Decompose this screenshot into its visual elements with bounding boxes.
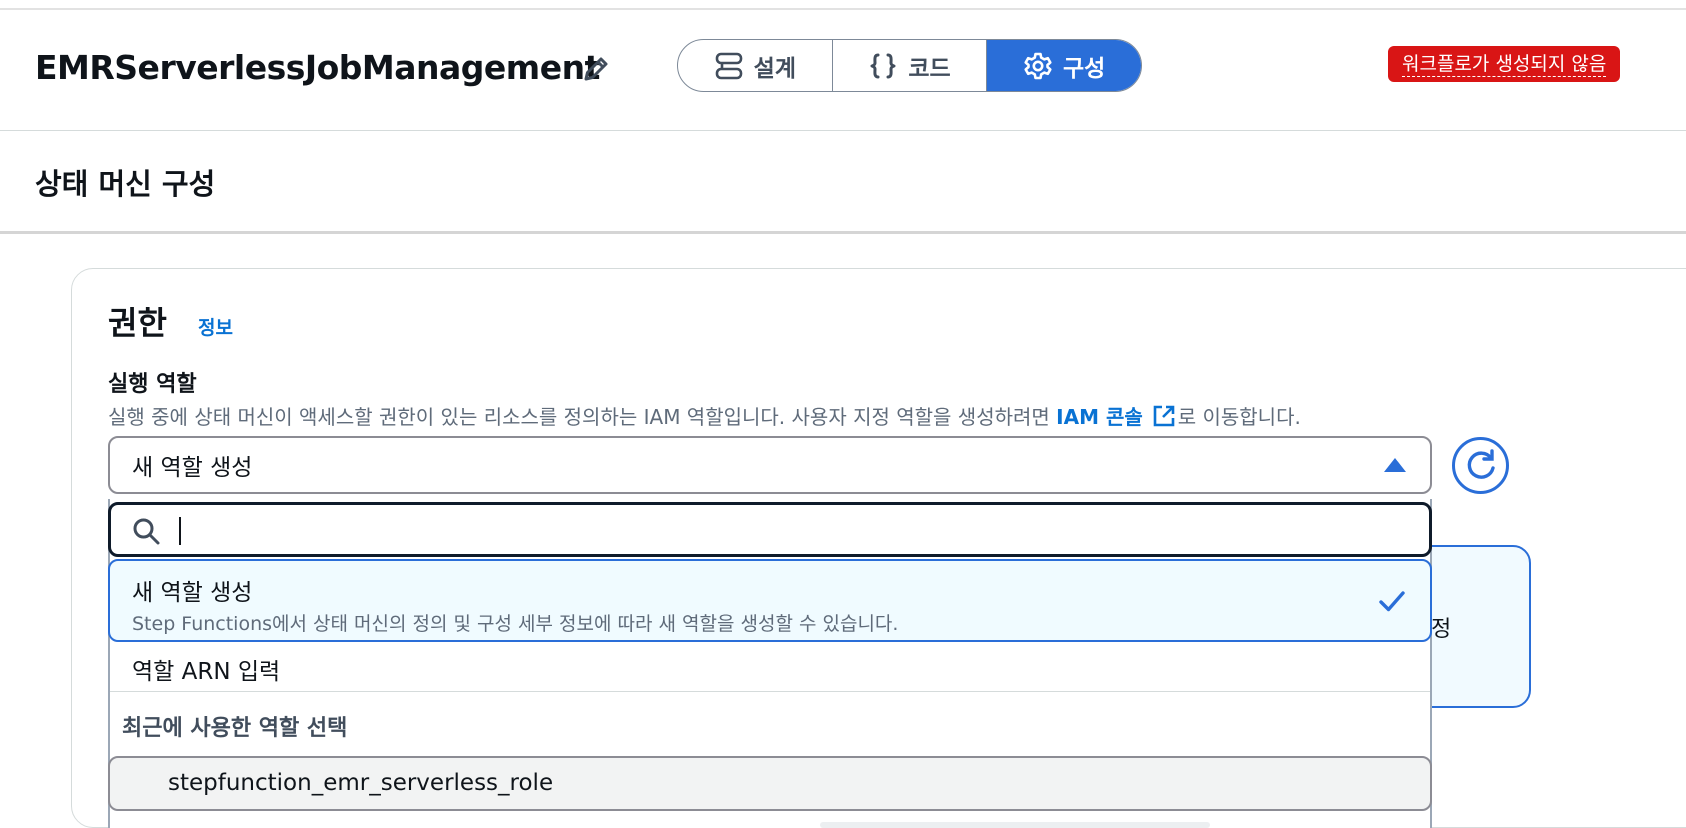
permissions-title: 권한 [108,304,167,342]
option-enter-role-arn[interactable]: 역할 ARN 입력 [110,646,1430,692]
selected-role-value: 새 역할 생성 [132,455,253,481]
workflow-status-badge[interactable]: 워크플로가 생성되지 않음 [1388,46,1621,82]
tab-code[interactable]: 코드 [833,40,988,91]
description-suffix: 로 이동합니다. [1177,405,1301,429]
design-icon [715,52,742,79]
option-create-new-role-description: Step Functions에서 상태 머신의 정의 및 구성 세부 정보에 따… [132,613,899,635]
external-link-icon [1153,405,1175,427]
view-mode-segmented-control: 설계 코드 구성 [677,39,1142,92]
section-header: 상태 머신 구성 [0,131,1686,234]
execution-role-label: 실행 역할 [108,372,197,397]
status-badge-label: 워크플로가 생성되지 않음 [1402,52,1607,77]
code-braces-icon [870,53,896,78]
tab-design-label: 설계 [753,55,796,82]
background-panel-text: 정 [1431,617,1452,642]
refresh-roles-button[interactable] [1452,437,1509,494]
execution-role-description: 실행 중에 상태 머신이 액세스할 권한이 있는 리소스를 정의하는 IAM 역… [108,401,1301,430]
page-header: EMRServerlessJobManagement 설계 코드 구성 워크플로… [0,10,1686,131]
iam-console-link[interactable]: IAM 콘솔 [1056,405,1178,429]
tab-configuration[interactable]: 구성 [987,40,1141,91]
role-search-box[interactable] [108,502,1432,557]
tab-configuration-label: 구성 [1063,55,1106,82]
tab-design[interactable]: 설계 [678,40,833,91]
option-create-new-role-label: 새 역할 생성 [132,580,253,606]
info-link[interactable]: 정보 [198,313,233,340]
option-recent-role[interactable]: stepfunction_emr_serverless_role [108,756,1432,811]
pencil-edit-icon[interactable] [580,53,612,85]
page-title: EMRServerlessJobManagement [35,48,600,87]
search-icon [133,518,160,545]
role-search-input[interactable] [175,513,1395,547]
footer-shadow [820,822,1210,828]
recent-roles-group-label: 최근에 사용한 역할 선택 [122,716,348,741]
option-recent-role-label: stepfunction_emr_serverless_role [168,770,554,796]
caret-up-icon [1384,458,1406,472]
refresh-icon [1467,448,1495,479]
option-create-new-role[interactable]: 새 역할 생성 Step Functions에서 상태 머신의 정의 및 구성 … [108,559,1432,642]
description-text: 실행 중에 상태 머신이 액세스할 권한이 있는 리소스를 정의하는 IAM 역… [108,405,1057,429]
option-enter-role-arn-label: 역할 ARN 입력 [132,659,281,685]
tab-code-label: 코드 [908,55,951,82]
text-cursor [179,517,181,545]
execution-role-select[interactable]: 새 역할 생성 [108,436,1432,494]
checkmark-icon [1379,591,1405,612]
section-title: 상태 머신 구성 [35,167,216,201]
gear-icon [1024,52,1052,79]
iam-console-link-label: IAM 콘솔 [1056,405,1143,429]
